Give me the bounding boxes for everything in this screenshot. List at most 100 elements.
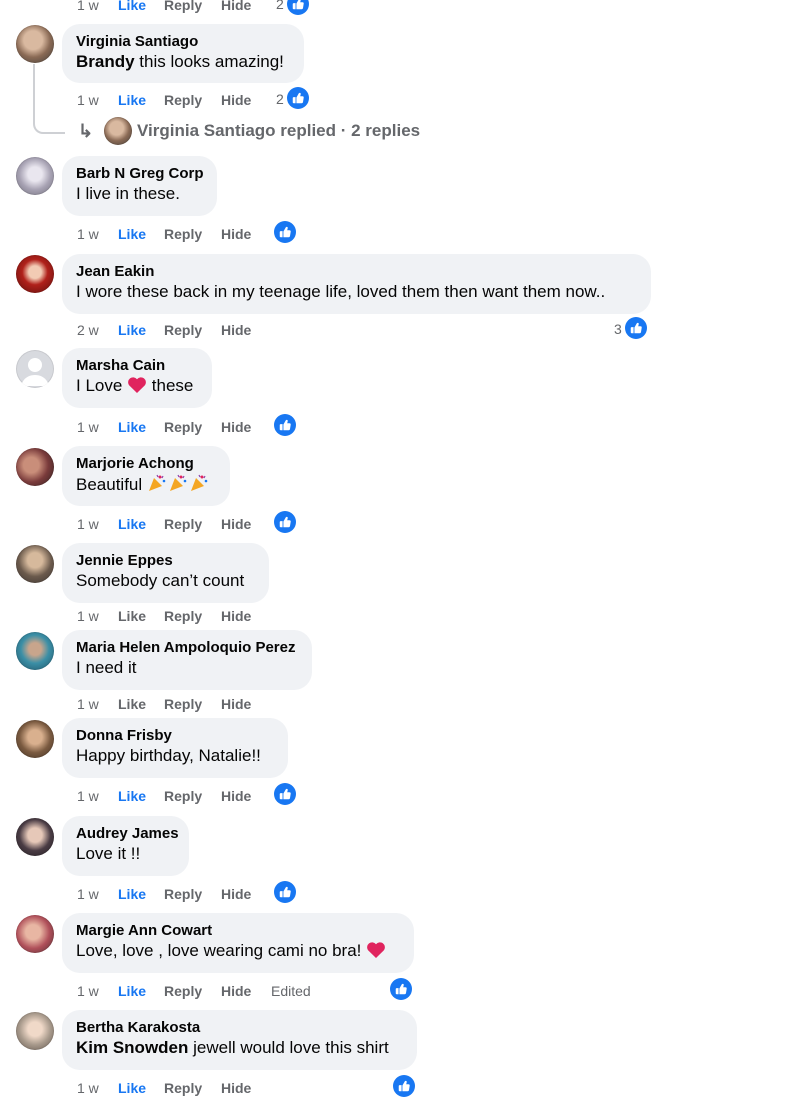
like-button[interactable]: Like: [118, 226, 146, 242]
avatar[interactable]: [16, 350, 54, 388]
reply-button[interactable]: Reply: [164, 1080, 202, 1096]
like-reaction-icon[interactable]: [393, 1075, 415, 1097]
like-reaction-icon[interactable]: [287, 87, 309, 109]
like-reaction-icon[interactable]: [274, 221, 296, 243]
comment-author[interactable]: Margie Ann Cowart: [76, 922, 400, 940]
comment-time[interactable]: 1 w: [77, 419, 99, 435]
comment-author[interactable]: Virginia Santiago: [76, 33, 290, 51]
reply-button[interactable]: Reply: [164, 983, 202, 999]
avatar[interactable]: [16, 157, 54, 195]
like-button[interactable]: Like: [118, 419, 146, 435]
hide-button[interactable]: Hide: [221, 419, 251, 435]
comment-author[interactable]: Barb N Greg Corp: [76, 165, 204, 183]
reply-button[interactable]: Reply: [164, 696, 202, 712]
hide-button[interactable]: Hide: [221, 1080, 251, 1096]
reply-arrow-icon: ↳: [78, 121, 94, 141]
edited-label[interactable]: Edited: [271, 983, 311, 999]
reply-button[interactable]: Reply: [164, 516, 202, 532]
like-button[interactable]: Like: [118, 608, 146, 624]
reply-button[interactable]: Reply: [164, 608, 202, 624]
comment-author[interactable]: Bertha Karakosta: [76, 1019, 403, 1037]
like-reaction-icon[interactable]: [274, 511, 296, 533]
comment-time[interactable]: 1 w: [77, 516, 99, 532]
comment-body: Love, love , love wearing cami no bra!: [76, 941, 367, 960]
hide-button[interactable]: Hide: [221, 608, 251, 624]
reaction-count: 2: [276, 91, 284, 107]
reply-button[interactable]: Reply: [164, 788, 202, 804]
party-popper-emoji-icon: [147, 473, 211, 499]
comment-author[interactable]: Maria Helen Ampoloquio Perez: [76, 639, 298, 657]
hide-button[interactable]: Hide: [221, 886, 251, 902]
like-button[interactable]: Like: [118, 92, 146, 108]
reply-button[interactable]: Reply: [164, 0, 202, 13]
comment-bubble: Jean Eakin I wore these back in my teena…: [62, 254, 651, 314]
hide-button[interactable]: Hide: [221, 788, 251, 804]
mention-link[interactable]: Kim Snowden: [76, 1038, 188, 1057]
avatar[interactable]: [16, 25, 54, 63]
comment-author[interactable]: Marsha Cain: [76, 357, 198, 375]
comment-time[interactable]: 1 w: [77, 92, 99, 108]
comment-body: Beautiful: [76, 475, 147, 494]
reply-button[interactable]: Reply: [164, 92, 202, 108]
like-button[interactable]: Like: [118, 983, 146, 999]
like-button[interactable]: Like: [118, 322, 146, 338]
comment-time[interactable]: 1 w: [77, 1080, 99, 1096]
replies-summary: Virginia Santiago replied · 2 replies: [137, 121, 421, 140]
comment-author[interactable]: Jennie Eppes: [76, 552, 255, 570]
default-avatar-icon: [21, 358, 49, 386]
comment-author[interactable]: Donna Frisby: [76, 727, 274, 745]
reply-button[interactable]: Reply: [164, 419, 202, 435]
like-reaction-icon[interactable]: [274, 414, 296, 436]
reaction-count: 2: [276, 0, 284, 12]
comment-text: Beautiful: [76, 473, 216, 499]
avatar[interactable]: [16, 915, 54, 953]
hide-button[interactable]: Hide: [221, 983, 251, 999]
like-button[interactable]: Like: [118, 696, 146, 712]
comment-author[interactable]: Marjorie Achong: [76, 455, 216, 473]
thread-line: [33, 64, 65, 134]
reply-button[interactable]: Reply: [164, 886, 202, 902]
avatar: [104, 117, 132, 145]
comment-text: Brandy this looks amazing!: [76, 51, 290, 73]
hide-button[interactable]: Hide: [221, 92, 251, 108]
reply-button[interactable]: Reply: [164, 322, 202, 338]
like-reaction-icon[interactable]: [390, 978, 412, 1000]
like-button[interactable]: Like: [118, 0, 146, 13]
avatar[interactable]: [16, 632, 54, 670]
avatar[interactable]: [16, 545, 54, 583]
like-button[interactable]: Like: [118, 516, 146, 532]
comment-time[interactable]: 1 w: [77, 608, 99, 624]
mention-link[interactable]: Brandy: [76, 52, 135, 71]
like-reaction-icon[interactable]: [274, 881, 296, 903]
like-button[interactable]: Like: [118, 1080, 146, 1096]
comment-time[interactable]: 1 w: [77, 696, 99, 712]
like-reaction-icon[interactable]: [625, 317, 647, 339]
comment-time[interactable]: 1 w: [77, 788, 99, 804]
avatar[interactable]: [16, 818, 54, 856]
comment-time[interactable]: 1 w: [77, 983, 99, 999]
hide-button[interactable]: Hide: [221, 226, 251, 242]
comment-author[interactable]: Jean Eakin: [76, 263, 637, 281]
comment-text: Love it !!: [76, 844, 141, 863]
hide-button[interactable]: Hide: [221, 322, 251, 338]
comment-time[interactable]: 1 w: [77, 0, 99, 13]
hide-button[interactable]: Hide: [221, 0, 251, 13]
avatar[interactable]: [16, 255, 54, 293]
avatar[interactable]: [16, 448, 54, 486]
hide-button[interactable]: Hide: [221, 516, 251, 532]
like-reaction-icon[interactable]: [274, 783, 296, 805]
like-button[interactable]: Like: [118, 788, 146, 804]
avatar[interactable]: [16, 1012, 54, 1050]
heart-emoji-icon: [127, 376, 147, 400]
like-reaction-icon[interactable]: [287, 0, 309, 15]
avatar[interactable]: [16, 720, 54, 758]
comment-time[interactable]: 1 w: [77, 226, 99, 242]
comment-bubble: Donna Frisby Happy birthday, Natalie!!: [62, 718, 288, 778]
reply-button[interactable]: Reply: [164, 226, 202, 242]
comment-author[interactable]: Audrey James: [76, 825, 179, 843]
comment-time[interactable]: 2 w: [77, 322, 99, 338]
comment-time[interactable]: 1 w: [77, 886, 99, 902]
comment-bubble: Bertha Karakosta Kim Snowden jewell woul…: [62, 1010, 417, 1070]
like-button[interactable]: Like: [118, 886, 146, 902]
hide-button[interactable]: Hide: [221, 696, 251, 712]
